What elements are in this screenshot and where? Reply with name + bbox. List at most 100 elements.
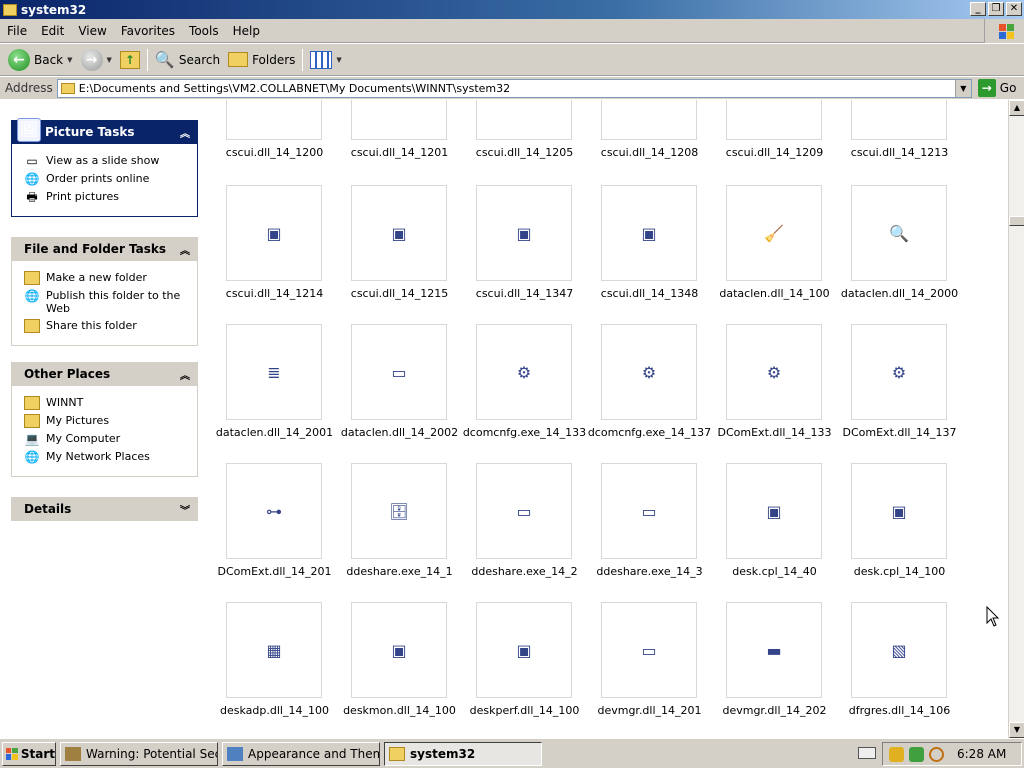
task-order-prints[interactable]: 🌐 Order prints online [24,172,197,186]
file-item[interactable]: ▬ devmgr.dll_14_202 [707,602,832,732]
file-item[interactable]: ●cscui.dll_14_1209 [707,100,832,174]
file-thumbnail[interactable]: ▬ [726,602,822,698]
file-name-label[interactable]: cscui.dll_14_1348 [582,287,717,300]
close-button[interactable]: ✕ [1006,2,1022,16]
restore-button[interactable]: ❐ [988,2,1004,16]
file-name-label[interactable]: cscui.dll_14_1200 [207,146,342,159]
file-item[interactable]: ▧ dfrgres.dll_14_106 [832,602,957,732]
file-folder-tasks-header[interactable]: File and Folder Tasks ︽ [11,237,198,261]
file-name-label[interactable]: deskadp.dll_14_100 [207,704,342,717]
file-thumbnail[interactable]: ⚙ [476,324,572,420]
file-item[interactable]: ▣ cscui.dll_14_1347 [457,185,582,315]
start-button[interactable]: Start [2,741,56,766]
scroll-down-button[interactable]: ▼ [1009,722,1024,738]
file-name-label[interactable]: cscui.dll_14_1205 [457,146,592,159]
file-item[interactable]: cscui.dll_14_1200 [207,100,332,174]
file-name-label[interactable]: dataclen.dll_14_2002 [332,426,467,439]
file-name-label[interactable]: DComExt.dll_14_133 [707,426,842,439]
file-item[interactable]: ▭ ddeshare.exe_14_2 [457,463,582,593]
collapse-chevron-icon[interactable]: ︽ [180,367,190,382]
file-item[interactable]: ▣ deskperf.dll_14_100 [457,602,582,732]
file-item[interactable]: ⚙ DComExt.dll_14_133 [707,324,832,454]
folders-button[interactable]: Folders [224,47,299,73]
file-item[interactable]: ⚙ dcomcnfg.exe_14_137 [582,324,711,454]
menu-view[interactable]: View [71,24,113,38]
search-button[interactable]: 🔍 Search [151,47,224,73]
address-input[interactable]: E:\Documents and Settings\VM2.COLLABNET\… [56,78,972,98]
file-name-label[interactable]: DComExt.dll_14_201 [207,565,342,578]
file-item[interactable]: ▦ deskadp.dll_14_100 [207,602,332,732]
views-button[interactable]: ▼ [306,47,345,73]
file-name-label[interactable]: deskmon.dll_14_100 [332,704,467,717]
security-shield-icon[interactable] [889,746,904,762]
address-dropdown-button[interactable]: ▼ [954,79,971,97]
menu-help[interactable]: Help [226,24,267,38]
file-item[interactable]: ⚙ DComExt.dll_14_137 [832,324,957,454]
file-thumbnail[interactable]: ▦ [226,602,322,698]
file-name-label[interactable]: desk.cpl_14_40 [707,565,842,578]
file-item[interactable]: ▣ cscui.dll_14_1214 [207,185,332,315]
file-name-label[interactable]: DComExt.dll_14_137 [832,426,967,439]
file-thumbnail[interactable]: ▣ [351,185,447,281]
file-thumbnail[interactable]: 🔍 [851,185,947,281]
scroll-up-button[interactable]: ▲ [1009,100,1024,116]
file-name-label[interactable]: desk.cpl_14_100 [832,565,967,578]
file-item[interactable]: ▬cscui.dll_14_1213 [832,100,957,174]
file-thumbnail[interactable] [476,100,572,140]
file-item[interactable]: cscui.dll_14_1205 [457,100,582,174]
task-warning[interactable]: Warning: Potential Secur... [60,741,218,766]
task-view-slideshow[interactable]: ▭ View as a slide show [24,154,197,168]
file-name-label[interactable]: ddeshare.exe_14_3 [582,565,717,578]
picture-tasks-header[interactable]: 🖼 Picture Tasks ︽ [11,118,198,144]
file-item[interactable]: ▣ deskmon.dll_14_100 [332,602,457,732]
file-thumbnail[interactable]: ≣ [226,324,322,420]
file-item[interactable]: ⚙ dcomcnfg.exe_14_133 [457,324,586,454]
other-places-header[interactable]: Other Places ︽ [11,362,198,386]
place-my-pictures[interactable]: My Pictures [24,414,197,428]
file-item[interactable]: ▭cscui.dll_14_1208 [582,100,707,174]
file-item[interactable]: ▣ cscui.dll_14_1215 [332,185,457,315]
file-item[interactable]: ▣ desk.cpl_14_100 [832,463,957,593]
file-thumbnail[interactable]: ● [726,100,822,140]
file-thumbnail[interactable]: ▣ [226,185,322,281]
keyboard-icon[interactable] [858,747,876,759]
file-thumbnail[interactable]: ▣ [601,185,697,281]
file-thumbnail[interactable]: ⚙ [726,324,822,420]
file-name-label[interactable]: cscui.dll_14_1213 [832,146,967,159]
collapse-chevron-icon[interactable]: ︽ [180,242,190,257]
file-thumbnail[interactable]: ▭ [351,324,447,420]
file-thumbnail[interactable]: ▭ [601,602,697,698]
file-name-label[interactable]: dataclen.dll_14_2001 [207,426,342,439]
scroll-thumb[interactable] [1009,216,1024,226]
file-thumbnail[interactable]: ▭ [601,463,697,559]
file-item[interactable]: 🧹 dataclen.dll_14_100 [707,185,832,315]
file-name-label[interactable]: dataclen.dll_14_2000 [832,287,967,300]
network-tray-icon[interactable] [909,746,924,762]
file-thumbnail[interactable]: 🗄 [351,463,447,559]
place-my-computer[interactable]: 💻 My Computer [24,432,197,446]
expand-chevron-icon[interactable]: ︾ [180,502,190,517]
file-thumbnail[interactable]: ⚙ [601,324,697,420]
file-thumbnail[interactable]: ▭ [476,463,572,559]
task-share-folder[interactable]: Share this folder [24,319,197,333]
place-winnt[interactable]: WINNT [24,396,197,410]
vertical-scrollbar[interactable]: ▲ ▼ [1008,100,1024,738]
file-item[interactable]: ≣ dataclen.dll_14_2001 [207,324,333,454]
file-name-label[interactable]: ddeshare.exe_14_2 [457,565,592,578]
file-thumbnail[interactable]: ▬ [851,100,947,140]
task-system32[interactable]: system32 [384,741,542,766]
task-publish-web[interactable]: 🌐 Publish this folder to the Web [24,289,197,315]
file-name-label[interactable]: devmgr.dll_14_201 [582,704,717,717]
menu-edit[interactable]: Edit [34,24,71,38]
file-thumbnail[interactable] [226,100,322,140]
file-thumbnail[interactable]: ▬ [351,100,447,140]
file-name-label[interactable]: deskperf.dll_14_100 [457,704,592,717]
file-item[interactable]: 🗄 ddeshare.exe_14_1 [332,463,457,593]
forward-button[interactable]: → ▼ [77,47,116,73]
file-name-label[interactable]: cscui.dll_14_1209 [707,146,842,159]
file-name-label[interactable]: cscui.dll_14_1214 [207,287,342,300]
file-item[interactable]: ▣ cscui.dll_14_1348 [582,185,707,315]
minimize-button[interactable]: _ [970,2,986,16]
menu-tools[interactable]: Tools [182,24,226,38]
place-my-network-places[interactable]: 🌐 My Network Places [24,450,197,464]
